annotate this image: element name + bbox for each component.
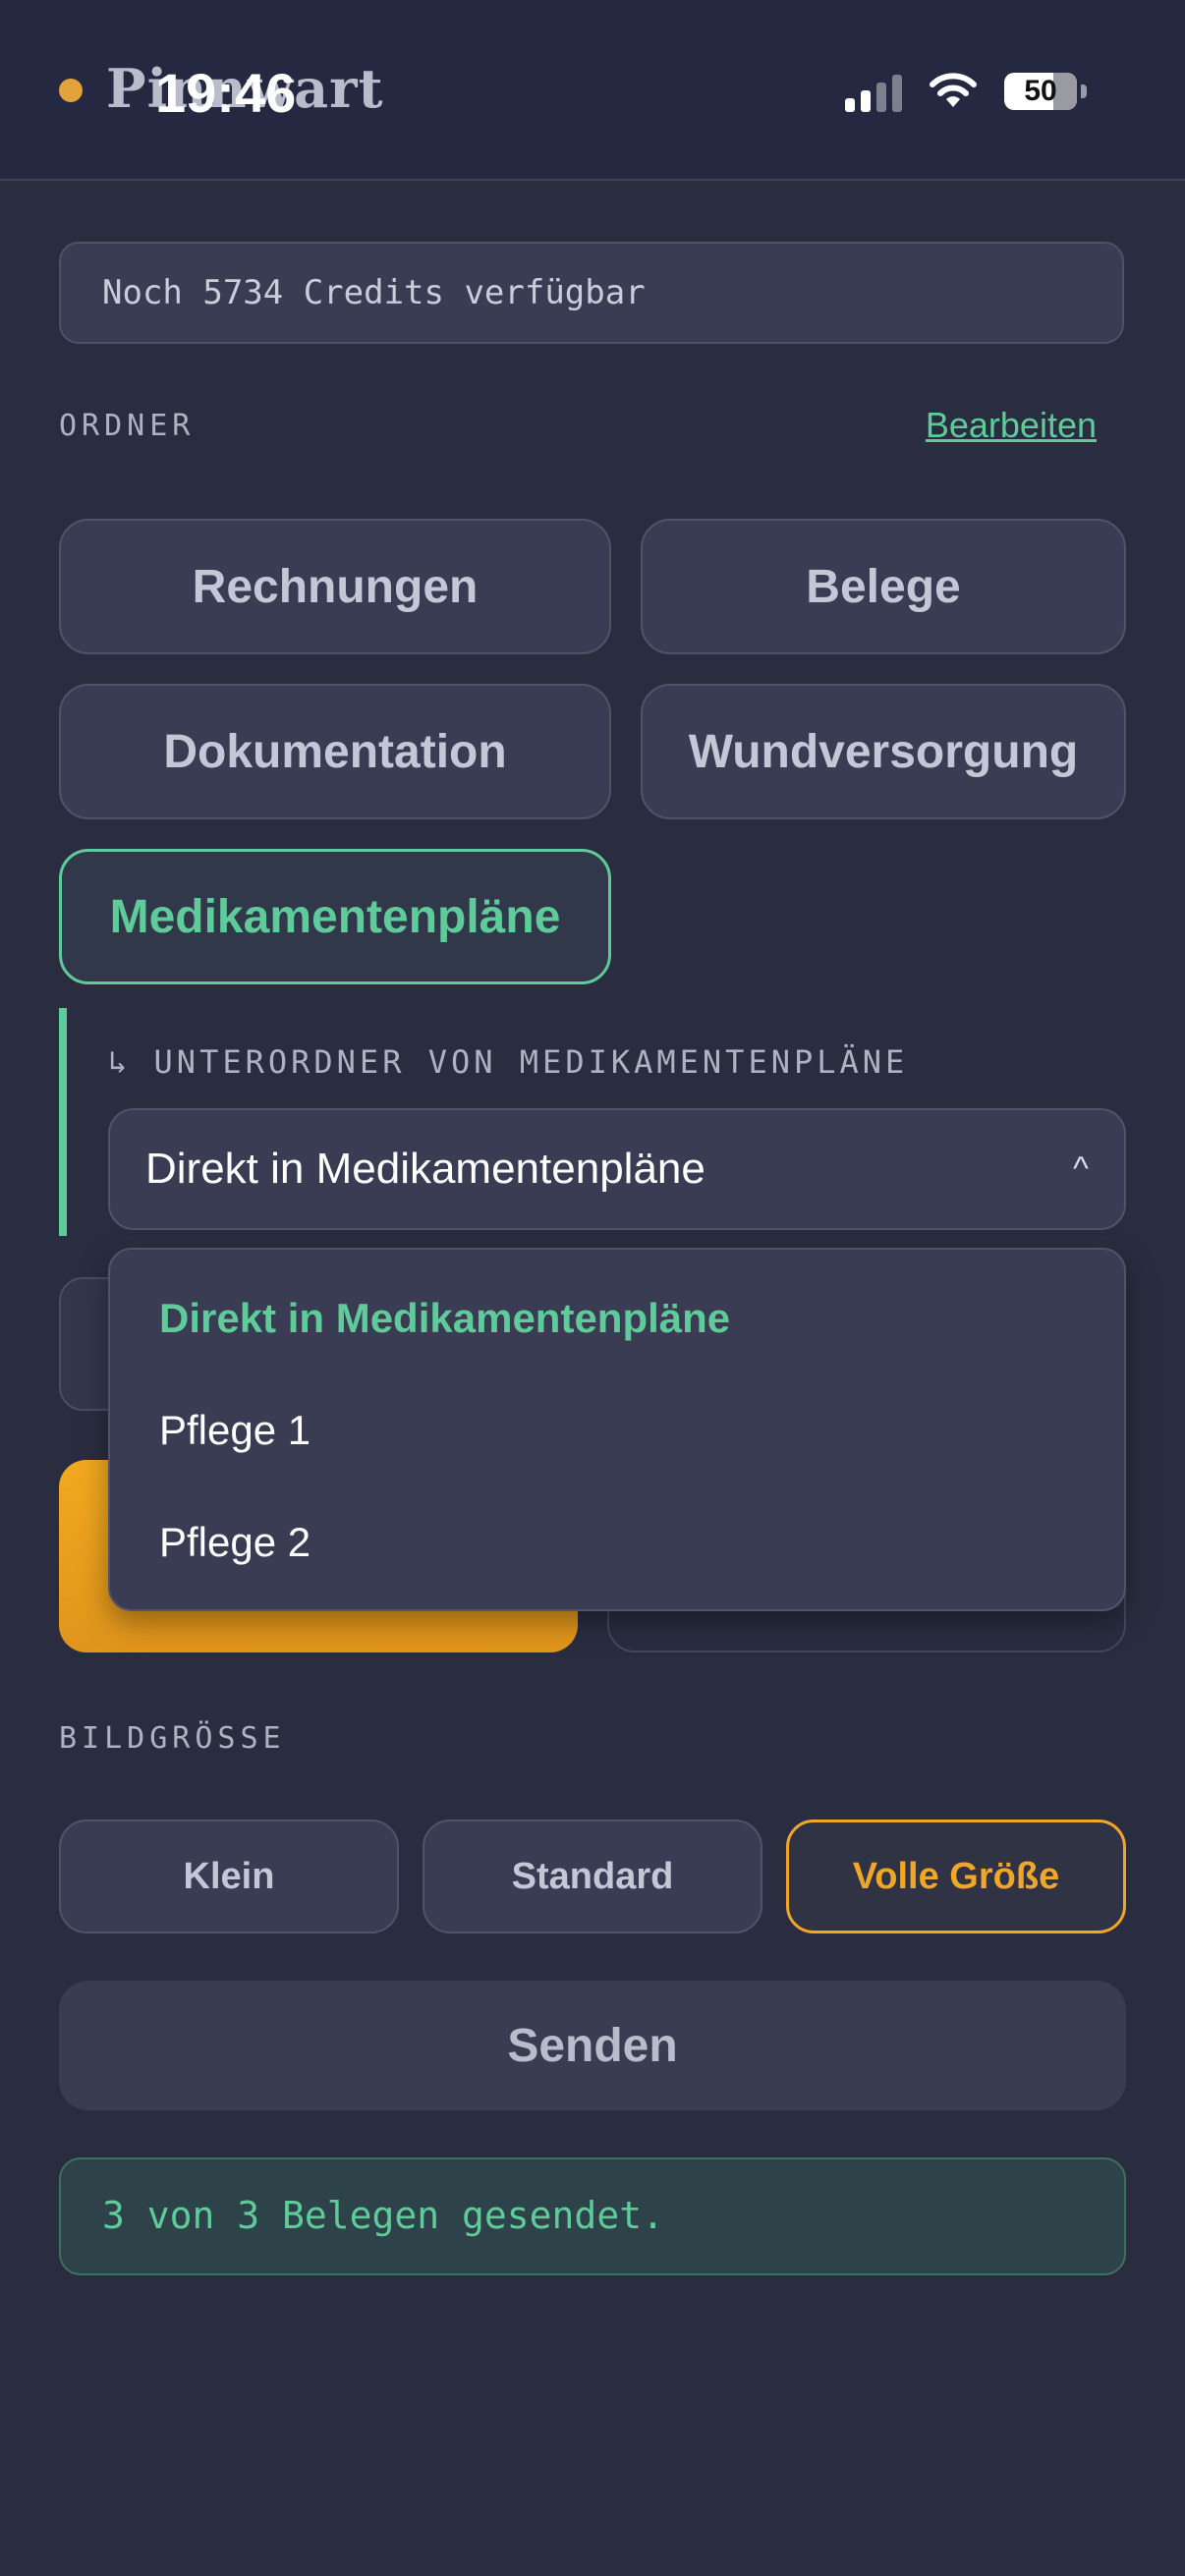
folder-wundversorgung[interactable]: Wundversorgung <box>641 684 1126 819</box>
subfolder-label: ↳ UNTERORDNER VON MEDIKAMENTENPLÄNE <box>108 1043 909 1081</box>
battery-tip-icon <box>1081 84 1087 98</box>
size-option-volle-groesse[interactable]: Volle Größe <box>786 1820 1126 1933</box>
success-message: 3 von 3 Belegen gesendet. <box>59 2157 1126 2275</box>
subfolder-dropdown-menu: Direkt in Medikamentenpläne Pflege 1 Pfl… <box>108 1248 1126 1611</box>
battery-icon: 50 <box>1004 73 1077 110</box>
dropdown-option-pflege-1[interactable]: Pflege 1 <box>159 1407 310 1454</box>
battery-level: 50 <box>1024 75 1057 107</box>
wifi-icon <box>930 73 977 107</box>
image-size-section-label: BILDGRÖSSE <box>59 1721 286 1756</box>
size-option-klein[interactable]: Klein <box>59 1820 399 1933</box>
folder-dokumentation[interactable]: Dokumentation <box>59 684 611 819</box>
status-dot <box>59 79 83 102</box>
cellular-signal-icon <box>845 71 902 112</box>
folders-section-label: ORDNER <box>59 409 196 443</box>
chevron-up-icon: ^ <box>1073 1149 1089 1188</box>
size-option-standard[interactable]: Standard <box>423 1820 762 1933</box>
folder-medikamentenplaene[interactable]: Medikamentenpläne <box>59 849 611 984</box>
app-header: Pinnwart 19:46 50 <box>0 0 1185 181</box>
credits-banner: Noch 5734 Credits verfügbar <box>59 242 1124 344</box>
status-bar-icons: 50 <box>845 71 1087 112</box>
dropdown-option-pflege-2[interactable]: Pflege 2 <box>159 1519 310 1566</box>
subfolder-select-value: Direkt in Medikamentenpläne <box>145 1145 705 1193</box>
edit-folders-link[interactable]: Bearbeiten <box>926 405 1097 446</box>
send-button[interactable]: Senden <box>59 1981 1126 2110</box>
status-bar-clock: 19:46 <box>155 62 297 124</box>
folder-rechnungen[interactable]: Rechnungen <box>59 519 611 654</box>
subfolder-accent-bar <box>59 1008 67 1236</box>
subfolder-select[interactable]: Direkt in Medikamentenpläne ^ <box>108 1108 1126 1230</box>
folder-belege[interactable]: Belege <box>641 519 1126 654</box>
dropdown-option-direkt[interactable]: Direkt in Medikamentenpläne <box>159 1295 730 1342</box>
